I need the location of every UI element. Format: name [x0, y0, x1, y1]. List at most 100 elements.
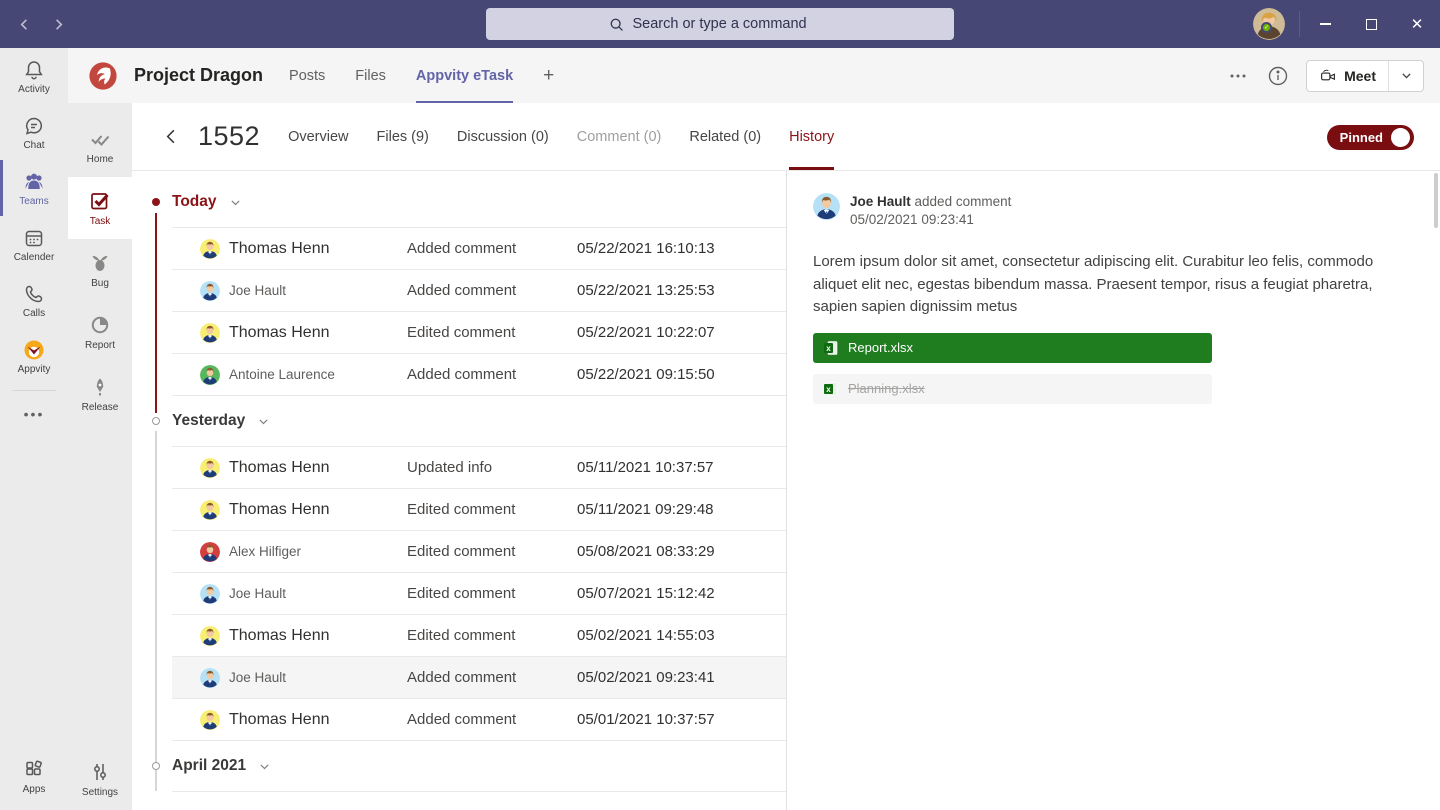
sidebar-item-teams[interactable]: Teams: [0, 160, 68, 216]
svg-text:x: x: [826, 385, 831, 394]
pinned-toggle[interactable]: Pinned: [1327, 125, 1414, 150]
close-button[interactable]: ✕: [1394, 0, 1440, 48]
history-row[interactable]: Thomas HennEdited comment05/11/2021 09:2…: [172, 489, 786, 531]
channel-tab-appvity-etask[interactable]: Appvity eTask: [416, 48, 513, 103]
history-action: Edited comment: [407, 324, 577, 341]
info-icon[interactable]: [1266, 64, 1290, 88]
app-rail-item-report[interactable]: Report: [68, 301, 132, 363]
history-user-name: Thomas Henn: [229, 501, 407, 519]
chevron-down-icon: [257, 415, 270, 428]
task-tab-files-9[interactable]: Files (9): [377, 103, 429, 170]
user-avatar: [200, 542, 220, 562]
task-id: 1552: [198, 121, 260, 152]
history-timestamp: 05/02/2021 14:55:03: [577, 627, 786, 644]
sidebar-item-appvity[interactable]: Appvity: [0, 328, 68, 384]
pinned-toggle-knob: [1391, 128, 1410, 147]
task-tab-discussion-0[interactable]: Discussion (0): [457, 103, 549, 170]
more-options-icon[interactable]: [1226, 64, 1250, 88]
timeline-section-header[interactable]: April 2021: [172, 741, 786, 792]
timeline-section-label: Today: [172, 193, 217, 211]
meet-dropdown-icon[interactable]: [1389, 61, 1423, 91]
attachment-report-xlsx[interactable]: xReport.xlsx: [813, 333, 1212, 363]
task-tab-comment-0[interactable]: Comment (0): [577, 103, 662, 170]
app-rail-item-release[interactable]: Release: [68, 363, 132, 425]
sidebar-item-label: Appvity: [18, 364, 51, 375]
app-rail-item-task[interactable]: Task: [68, 177, 132, 239]
history-timeline: TodayThomas HennAdded comment05/22/2021 …: [132, 171, 786, 810]
comment-timestamp: 05/02/2021 09:23:41: [850, 211, 1011, 229]
history-row[interactable]: Thomas HennUpdated info05/11/2021 10:37:…: [172, 447, 786, 489]
history-timestamp: 05/22/2021 13:25:53: [577, 282, 786, 299]
channel-tab-posts[interactable]: Posts: [289, 48, 325, 103]
search-input[interactable]: [633, 16, 833, 32]
user-avatar: [200, 668, 220, 688]
titlebar: ✓ ✕: [0, 0, 1440, 48]
history-row[interactable]: Joe HaultAdded comment05/02/2021 09:23:4…: [172, 657, 786, 699]
attachment-planning-xlsx[interactable]: x Planning.xlsx: [813, 374, 1212, 404]
history-row[interactable]: Antoine LaurenceAdded comment05/22/2021 …: [172, 354, 786, 396]
history-row[interactable]: Alex HilfigerEdited comment05/08/2021 08…: [172, 531, 786, 573]
sidebar-item-calender[interactable]: Calender: [0, 216, 68, 272]
user-avatar: [200, 458, 220, 478]
history-user-name: Joe Hault: [229, 283, 407, 298]
user-avatar[interactable]: ✓: [1253, 8, 1285, 40]
task-tab-related-0[interactable]: Related (0): [689, 103, 761, 170]
forward-nav-icon[interactable]: [48, 14, 68, 34]
history-timestamp: 05/01/2021 10:37:57: [577, 711, 786, 728]
chat-icon: [22, 114, 46, 138]
app-rail-item-label: Settings: [82, 787, 118, 798]
app-rail-item-label: Bug: [91, 278, 109, 289]
app-rail-item-label: Release: [82, 402, 119, 413]
sidebar-item-label: Teams: [19, 196, 48, 207]
sidebar-item-chat[interactable]: Chat: [0, 104, 68, 160]
task-header: 1552 Overview Files (9) Discussion (0) Comm…: [132, 103, 1440, 171]
titlebar-divider: [1299, 11, 1300, 37]
app-rail-item-home[interactable]: Home: [68, 115, 132, 177]
back-button[interactable]: [162, 127, 182, 147]
maximize-button[interactable]: [1348, 0, 1394, 48]
task-tab-history[interactable]: History: [789, 103, 834, 170]
more-apps-icon[interactable]: •••: [0, 397, 68, 431]
sidebar-item-activity[interactable]: Activity: [0, 48, 68, 104]
chevron-down-icon: [258, 760, 271, 773]
sidebar-item-calls[interactable]: Calls: [0, 272, 68, 328]
calendar-icon: [22, 226, 46, 250]
app-rail-item-settings[interactable]: Settings: [68, 748, 132, 810]
history-row[interactable]: Joe HaultAdded comment05/22/2021 13:25:5…: [172, 270, 786, 312]
scrollbar[interactable]: [1434, 173, 1438, 810]
user-avatar: [200, 239, 220, 259]
meet-button[interactable]: Meet: [1306, 60, 1424, 92]
timeline-section-header[interactable]: Today: [172, 177, 786, 228]
teams-icon: [22, 170, 46, 194]
home-icon: [88, 127, 112, 151]
history-action: Updated info: [407, 459, 577, 476]
history-row[interactable]: Thomas HennAdded comment05/22/2021 16:10…: [172, 228, 786, 270]
sidebar-item-label: Activity: [18, 84, 50, 95]
camera-icon: [1319, 67, 1337, 85]
history-user-name: Thomas Henn: [229, 627, 407, 645]
excel-icon: x: [823, 381, 839, 397]
channel-tab-files[interactable]: Files: [355, 48, 386, 103]
timeline-section: YesterdayThomas HennUpdated info05/11/20…: [132, 396, 786, 741]
timeline-section-header[interactable]: Yesterday: [172, 396, 786, 447]
search-icon: [608, 16, 625, 33]
history-row[interactable]: Joe HaultEdited comment05/07/2021 15:12:…: [172, 573, 786, 615]
history-user-name: Alex Hilfiger: [229, 544, 407, 559]
history-row[interactable]: Thomas HennAdded comment05/01/2021 10:37…: [172, 699, 786, 741]
sidebar-item-apps[interactable]: Apps: [0, 748, 68, 804]
add-tab-button[interactable]: +: [543, 48, 554, 103]
sidebar-item-label: Calls: [23, 308, 45, 319]
history-row[interactable]: Thomas HennEdited comment05/22/2021 10:2…: [172, 312, 786, 354]
timeline-section: Today Thomas HennAdded comment05/22/2021 …: [132, 177, 786, 396]
history-row[interactable]: Thomas HennEdited comment05/02/2021 14:5…: [172, 615, 786, 657]
app-rail-item-label: Report: [85, 340, 115, 351]
attachment-name: Planning.xlsx: [848, 381, 925, 396]
search-bar[interactable]: [486, 8, 954, 40]
bell-icon: [22, 58, 46, 82]
minimize-button[interactable]: [1302, 0, 1348, 48]
task-tab-overview[interactable]: Overview: [288, 103, 348, 170]
app-rail-item-bug[interactable]: Bug: [68, 239, 132, 301]
history-user-name: Thomas Henn: [229, 459, 407, 477]
back-nav-icon[interactable]: [14, 14, 34, 34]
history-action: Added comment: [407, 366, 577, 383]
